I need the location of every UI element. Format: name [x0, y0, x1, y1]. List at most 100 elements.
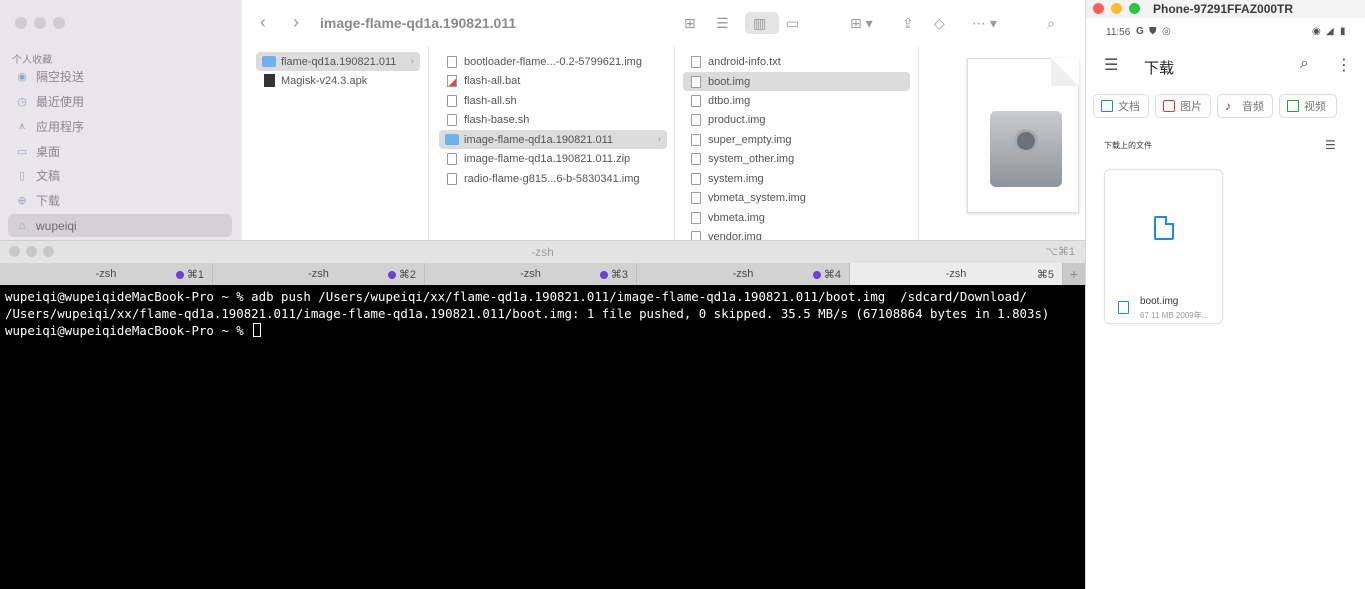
list-item[interactable]: android-info.txt	[683, 52, 910, 71]
section-label: 下载上的文件	[1104, 141, 1152, 150]
sidebar-item-label: 应用程序	[36, 120, 85, 134]
gallery-view-icon[interactable]: ▭	[786, 13, 799, 33]
activity-dot	[812, 271, 821, 279]
item-label: flash-all.bat	[464, 74, 521, 87]
zoom-button[interactable]	[1129, 3, 1140, 14]
menu-icon[interactable]: ☰	[1104, 55, 1118, 75]
icon-view-icon[interactable]: ⊞	[684, 13, 696, 33]
item-label: image-flame-qd1a.190821.011	[464, 133, 614, 146]
sidebar-item-home[interactable]: ⌂ wupeiqi	[8, 214, 232, 237]
file-card[interactable]: boot.img 67.11 MB 2009年...	[1104, 169, 1223, 324]
list-item[interactable]: radio-flame-g815...6-b-5830341.img	[439, 169, 667, 188]
more-vert-icon[interactable]: ⋮	[1336, 55, 1352, 75]
list-item[interactable]: system_other.img	[683, 149, 910, 168]
terminal-tab-2[interactable]: -zsh ⌘2	[213, 263, 425, 285]
terminal-tab-3[interactable]: -zsh ⌘3	[425, 263, 637, 285]
terminal-tab-1[interactable]: -zsh ⌘1	[0, 263, 213, 285]
status-time: 11:56	[1106, 27, 1131, 38]
minimize-button[interactable]	[34, 17, 46, 29]
item-label: system.img	[708, 172, 764, 185]
item-label: dtbo.img	[708, 94, 751, 107]
list-item[interactable]: dtbo.img	[683, 91, 910, 110]
phone-titlebar: Phone-97291FFAZ000TR	[1086, 0, 1365, 18]
list-item[interactable]: image-flame-qd1a.190821.011 ›	[439, 130, 667, 149]
app-bar: ☰ 下载 ⌕ ⋮	[1086, 52, 1365, 82]
terminal-line: /Users/wupeiqi/xx/flame-qd1a.190821.011/…	[5, 306, 1050, 321]
music-note-icon: ♪	[1225, 99, 1231, 113]
terminal-tab-5[interactable]: -zsh ⌘5	[850, 263, 1063, 285]
file-name: boot.img	[1140, 296, 1179, 307]
list-item[interactable]: vbmeta.img	[683, 208, 910, 227]
terminal-output[interactable]: wupeiqi@wupeiqideMacBook-Pro ~ % adb pus…	[0, 285, 1085, 589]
list-item[interactable]: boot.img	[683, 72, 910, 91]
file-icon	[691, 152, 701, 165]
page-fold	[1051, 58, 1079, 86]
zoom-button[interactable]	[53, 17, 65, 29]
activity-dot	[175, 271, 184, 279]
search-icon[interactable]: ⌕	[1047, 13, 1055, 33]
apk-icon	[264, 74, 275, 87]
page-title: 下载	[1144, 60, 1175, 77]
more-actions-icon[interactable]: ⋯ ▾	[972, 13, 997, 33]
file-icon	[691, 133, 701, 146]
chip-video[interactable]: 视频	[1279, 94, 1337, 118]
forward-icon[interactable]: ›	[293, 12, 299, 33]
sidebar-item-airdrop[interactable]: ◉ 隔空投送	[8, 65, 232, 88]
tag-icon[interactable]: ◇	[934, 13, 945, 33]
tab-shortcut: ⌘3	[610, 269, 628, 281]
search-icon[interactable]: ⌕	[1300, 55, 1309, 73]
chip-label: 视频	[1304, 101, 1326, 113]
sidebar-item-downloads[interactable]: ⊕ 下载	[8, 189, 232, 212]
finder-column-3: android-info.txt boot.img dtbo.img produ…	[676, 46, 919, 240]
finder-column-1: flame-qd1a.190821.011 › Magisk-v24.3.apk	[248, 46, 429, 240]
chip-documents[interactable]: 文档	[1093, 94, 1149, 118]
terminal-window: -zsh ⌥⌘1 -zsh ⌘1 -zsh ⌘2 -zsh ⌘3 -zsh ⌘4…	[0, 240, 1085, 589]
tab-shortcut: ⌘1	[186, 269, 204, 281]
terminal-tab-4[interactable]: -zsh ⌘4	[637, 263, 850, 285]
sidebar-item-desktop[interactable]: ▭ 桌面	[8, 140, 232, 163]
list-item[interactable]: super_empty.img	[683, 130, 910, 149]
sidebar-item-documents[interactable]: ▯ 文稿	[8, 164, 232, 187]
list-item[interactable]: vbmeta_system.img	[683, 188, 910, 207]
file-icon	[447, 113, 457, 126]
list-item[interactable]: flame-qd1a.190821.011 ›	[256, 52, 420, 71]
airdrop-icon: ◉	[17, 71, 27, 83]
sidebar-item-recents[interactable]: ◷ 最近使用	[8, 90, 232, 113]
close-button[interactable]	[15, 17, 27, 29]
file-icon	[691, 113, 701, 126]
list-item[interactable]: bootloader-flame...-0.2-5799621.img	[439, 52, 667, 71]
list-item[interactable]: vendor.img	[683, 227, 910, 240]
phone-window-title: Phone-97291FFAZ000TR	[1153, 2, 1294, 16]
terminal-prompt: wupeiqi@wupeiqideMacBook-Pro ~ %	[5, 323, 252, 338]
chevron-right-icon: ›	[410, 56, 414, 67]
new-tab-button[interactable]: +	[1063, 263, 1085, 285]
share-icon[interactable]: ⇪	[902, 13, 914, 33]
sidebar-item-label: 下载	[36, 194, 61, 208]
batch-file-icon	[447, 74, 457, 87]
list-item[interactable]: Magisk-v24.3.apk	[256, 71, 420, 90]
file-icon	[691, 55, 701, 68]
group-icon[interactable]: ⊞ ▾	[850, 13, 873, 33]
download-icon: ⊕	[17, 195, 27, 207]
close-button[interactable]	[1093, 3, 1104, 14]
list-item[interactable]: flash-all.sh	[439, 91, 667, 110]
list-view-icon[interactable]: ☰	[716, 13, 729, 33]
list-item[interactable]: flash-base.sh	[439, 110, 667, 129]
list-item[interactable]: image-flame-qd1a.190821.011.zip	[439, 149, 667, 168]
list-item[interactable]: system.img	[683, 169, 910, 188]
sidebar-item-label: 最近使用	[36, 95, 85, 109]
chip-images[interactable]: 图片	[1155, 94, 1211, 118]
terminal-shortcut: ⌥⌘1	[1045, 246, 1075, 258]
minimize-button[interactable]	[1111, 3, 1122, 14]
back-icon[interactable]: ‹	[260, 12, 266, 33]
tab-label: -zsh	[945, 268, 967, 280]
sidebar-section-favorites: 个人收藏	[12, 55, 52, 66]
sidebar-item-applications[interactable]: ⩚ 应用程序	[8, 115, 232, 138]
finder-column-2: bootloader-flame...-0.2-5799621.img flas…	[430, 46, 675, 240]
list-item[interactable]: flash-all.bat	[439, 71, 667, 90]
tab-shortcut: ⌘2	[398, 269, 416, 281]
list-view-icon[interactable]: ☰	[1325, 138, 1336, 152]
chip-audio[interactable]: ♪ 音频	[1217, 94, 1273, 118]
list-item[interactable]: product.img	[683, 110, 910, 129]
eye-icon: ◉	[1312, 26, 1321, 37]
